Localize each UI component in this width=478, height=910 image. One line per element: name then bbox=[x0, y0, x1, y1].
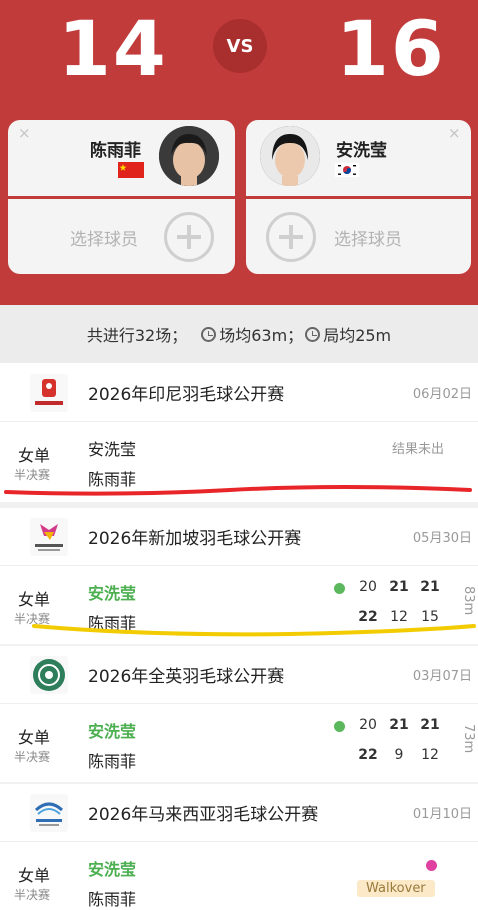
vs-badge: VS bbox=[213, 19, 267, 73]
left-player-avatar bbox=[159, 126, 219, 186]
all-england-logo-icon bbox=[30, 656, 68, 694]
tournament-header[interactable]: 2026年印尼羽毛球公开赛 06月02日 bbox=[0, 364, 478, 422]
header: 14 VS 16 × 陈雨菲 × 安洗莹 选择球员 选择球员 bbox=[0, 0, 478, 305]
round-label: 半决赛 bbox=[14, 468, 51, 482]
match-row[interactable]: 女单 半决赛 安洗莹 陈雨菲 Walkover bbox=[0, 842, 478, 909]
game-score: 15 bbox=[421, 609, 439, 625]
china-flag-icon bbox=[118, 162, 144, 178]
game-score: 12 bbox=[390, 609, 408, 625]
tournament-header[interactable]: 2026年马来西亚羽毛球公开赛 01月10日 bbox=[0, 784, 478, 842]
match-row[interactable]: 女单 半决赛 安洗莹 陈雨菲 结果未出 bbox=[0, 422, 478, 502]
event-label: 女单 bbox=[18, 590, 51, 609]
clock-icon bbox=[201, 326, 217, 342]
right-player-card[interactable]: × 安洗莹 bbox=[246, 120, 471, 196]
game-score: 22 bbox=[358, 747, 378, 763]
tournament-date: 05月30日 bbox=[412, 531, 472, 546]
round-label: 半决赛 bbox=[14, 750, 51, 764]
tournament-name: 2026年马来西亚羽毛球公开赛 bbox=[88, 805, 319, 825]
right-score: 16 bbox=[336, 4, 446, 93]
walkover-badge: Walkover bbox=[357, 880, 435, 897]
tournament-date: 06月02日 bbox=[412, 387, 472, 402]
player-two: 陈雨菲 bbox=[88, 614, 137, 633]
select-player-label: 选择球员 bbox=[334, 230, 402, 250]
game-score: 9 bbox=[394, 747, 404, 763]
tournament-date: 01月10日 bbox=[412, 807, 472, 822]
match-row[interactable]: 女单 半决赛 安洗莹 陈雨菲 20 21 21 22 12 15 83m bbox=[0, 566, 478, 644]
tournament-header[interactable]: 2026年新加坡羽毛球公开赛 05月30日 bbox=[0, 508, 478, 566]
select-player-right-button[interactable]: 选择球员 bbox=[246, 199, 471, 274]
tournament-name: 2026年全英羽毛球公开赛 bbox=[88, 667, 285, 687]
game-score: 21 bbox=[420, 717, 440, 733]
round-label: 半决赛 bbox=[14, 888, 51, 902]
select-player-left-button[interactable]: 选择球员 bbox=[8, 199, 235, 274]
round-label: 半决赛 bbox=[14, 612, 51, 626]
result-status: 结果未出 bbox=[391, 442, 444, 457]
player-one: 安洗莹 bbox=[88, 440, 137, 459]
average-match-duration: 场均63m； bbox=[219, 326, 304, 345]
player-two: 陈雨菲 bbox=[88, 470, 137, 489]
event-label: 女单 bbox=[18, 728, 51, 747]
event-label: 女单 bbox=[18, 446, 51, 465]
left-player-name: 陈雨菲 bbox=[90, 141, 141, 161]
clock-icon bbox=[305, 326, 321, 342]
right-player-avatar bbox=[260, 126, 320, 186]
game-score: 21 bbox=[420, 579, 440, 595]
player-one-winner: 安洗莹 bbox=[88, 722, 137, 741]
winner-dot-icon bbox=[334, 721, 345, 732]
player-one-winner: 安洗莹 bbox=[88, 584, 137, 603]
game-score: 21 bbox=[389, 579, 409, 595]
add-player-icon[interactable] bbox=[266, 212, 316, 262]
match-duration: 83m bbox=[461, 586, 476, 616]
tournament-date: 03月07日 bbox=[412, 669, 472, 684]
right-player-name: 安洗莹 bbox=[336, 141, 387, 161]
game-score: 12 bbox=[421, 747, 439, 763]
polytron-logo-icon bbox=[30, 374, 68, 412]
singapore-open-logo-icon bbox=[30, 518, 68, 556]
match-duration: 73m bbox=[461, 724, 476, 754]
player-two: 陈雨菲 bbox=[88, 890, 137, 909]
game-score: 20 bbox=[359, 717, 377, 733]
player-two: 陈雨菲 bbox=[88, 752, 137, 771]
average-game-duration: 局均25m bbox=[323, 326, 392, 345]
event-label: 女单 bbox=[18, 866, 51, 885]
korea-flag-icon bbox=[334, 162, 360, 178]
tournament-header[interactable]: 2026年全英羽毛球公开赛 03月07日 bbox=[0, 646, 478, 704]
tournament-name: 2026年新加坡羽毛球公开赛 bbox=[88, 529, 302, 549]
left-score: 14 bbox=[58, 4, 168, 93]
total-matches: 共进行32场； bbox=[86, 326, 188, 345]
match-row[interactable]: 女单 半决赛 安洗莹 陈雨菲 20 21 21 22 9 12 73m bbox=[0, 704, 478, 782]
add-player-icon[interactable] bbox=[164, 212, 214, 262]
select-player-label: 选择球员 bbox=[70, 230, 138, 250]
stats-bar: 共进行32场； 场均63m； 局均25m bbox=[0, 305, 478, 363]
status-dot-icon bbox=[426, 860, 437, 871]
malaysia-open-logo-icon bbox=[30, 794, 68, 832]
close-icon[interactable]: × bbox=[448, 124, 461, 142]
game-score: 21 bbox=[389, 717, 409, 733]
winner-dot-icon bbox=[334, 583, 345, 594]
game-score: 20 bbox=[359, 579, 377, 595]
game-score: 22 bbox=[358, 609, 378, 625]
close-icon[interactable]: × bbox=[18, 124, 31, 142]
player-one-winner: 安洗莹 bbox=[88, 860, 137, 879]
left-player-card[interactable]: × 陈雨菲 bbox=[8, 120, 235, 196]
tournament-name: 2026年印尼羽毛球公开赛 bbox=[88, 385, 285, 405]
